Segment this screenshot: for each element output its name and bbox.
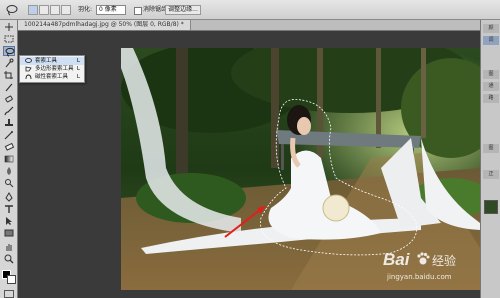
zoom-tool-icon[interactable]: [3, 254, 15, 264]
marquee-tool-icon[interactable]: [3, 34, 15, 44]
polygonal-lasso-option[interactable]: 多边形套索工具 L: [20, 65, 84, 73]
layer-thumb-tab[interactable]: 图: [483, 144, 499, 153]
watermark-suffix: 经验: [432, 254, 457, 268]
clone-stamp-icon[interactable]: [3, 118, 15, 128]
document-tab-bar: 100214a487pdmlhadagj.jpg @ 50% (图层 0, RG…: [18, 20, 480, 31]
background-color-swatch[interactable]: [7, 275, 16, 284]
paths-panel-tab[interactable]: 路: [483, 94, 499, 103]
shape-tool-icon[interactable]: [3, 228, 15, 238]
healing-brush-icon[interactable]: [3, 94, 15, 104]
gradient-tool-icon[interactable]: [3, 154, 15, 164]
eraser-icon[interactable]: [3, 142, 15, 152]
layer-thumbnail[interactable]: [484, 200, 498, 214]
lasso-tool-icon[interactable]: [3, 46, 15, 57]
new-selection-button[interactable]: [28, 5, 38, 15]
blur-tool-icon[interactable]: [3, 166, 15, 176]
blend-mode-tab[interactable]: 正: [483, 170, 499, 179]
type-tool-icon[interactable]: [3, 204, 15, 214]
dodge-tool-icon[interactable]: [3, 178, 15, 188]
paw-icon: [416, 252, 430, 266]
history-brush-icon[interactable]: [3, 130, 15, 140]
lasso-icon: [25, 58, 32, 64]
document-tab[interactable]: 100214a487pdmlhadagj.jpg @ 50% (图层 0, RG…: [18, 20, 191, 30]
move-tool-icon[interactable]: [3, 22, 15, 32]
options-bar: 羽化: 0 像素 消除锯齿 调整边缘...: [0, 0, 500, 20]
hand-tool-icon[interactable]: [3, 242, 15, 252]
lasso-tool-preset-icon[interactable]: [5, 4, 19, 16]
brush-tool-icon[interactable]: [3, 106, 15, 116]
pen-tool-icon[interactable]: [3, 192, 15, 202]
lasso-tool-flyout: 套索工具 L 多边形套索工具 L 磁性套索工具 L: [19, 55, 85, 83]
quick-mask-icon[interactable]: [4, 290, 14, 298]
feather-label: 羽化:: [78, 6, 93, 13]
right-panel-dock: 颜 调 图 通 路 图 正: [480, 20, 500, 298]
feather-input[interactable]: 0 像素: [96, 5, 126, 15]
channels-panel-tab[interactable]: 通: [483, 82, 499, 91]
antialias-checkbox[interactable]: [134, 7, 142, 15]
add-to-selection-button[interactable]: [39, 5, 49, 15]
color-panel-tab[interactable]: 颜: [483, 24, 499, 33]
magnetic-lasso-icon: [25, 74, 32, 80]
polygonal-lasso-icon: [25, 66, 32, 72]
layers-panel-tab[interactable]: 图: [483, 70, 499, 79]
crop-tool-icon[interactable]: [3, 70, 15, 80]
subtract-selection-button[interactable]: [50, 5, 60, 15]
path-select-icon[interactable]: [3, 216, 15, 226]
eyedropper-icon[interactable]: [3, 82, 15, 92]
lasso-tool-option[interactable]: 套索工具 L: [20, 57, 84, 65]
refine-edge-button[interactable]: 调整边缘...: [165, 5, 201, 15]
antialias-label: 消除锯齿: [143, 6, 168, 13]
intersect-selection-button[interactable]: [61, 5, 71, 15]
adjustments-panel-tab[interactable]: 调: [483, 36, 499, 45]
magnetic-lasso-option[interactable]: 磁性套索工具 L: [20, 73, 84, 81]
baidu-jingyan-watermark: Bai 经验 jingyan.baidu.com: [383, 248, 477, 286]
watermark-brand: Bai: [383, 250, 410, 269]
watermark-url: jingyan.baidu.com: [387, 273, 452, 281]
tools-panel: [0, 20, 18, 298]
quick-select-icon[interactable]: [3, 58, 15, 68]
